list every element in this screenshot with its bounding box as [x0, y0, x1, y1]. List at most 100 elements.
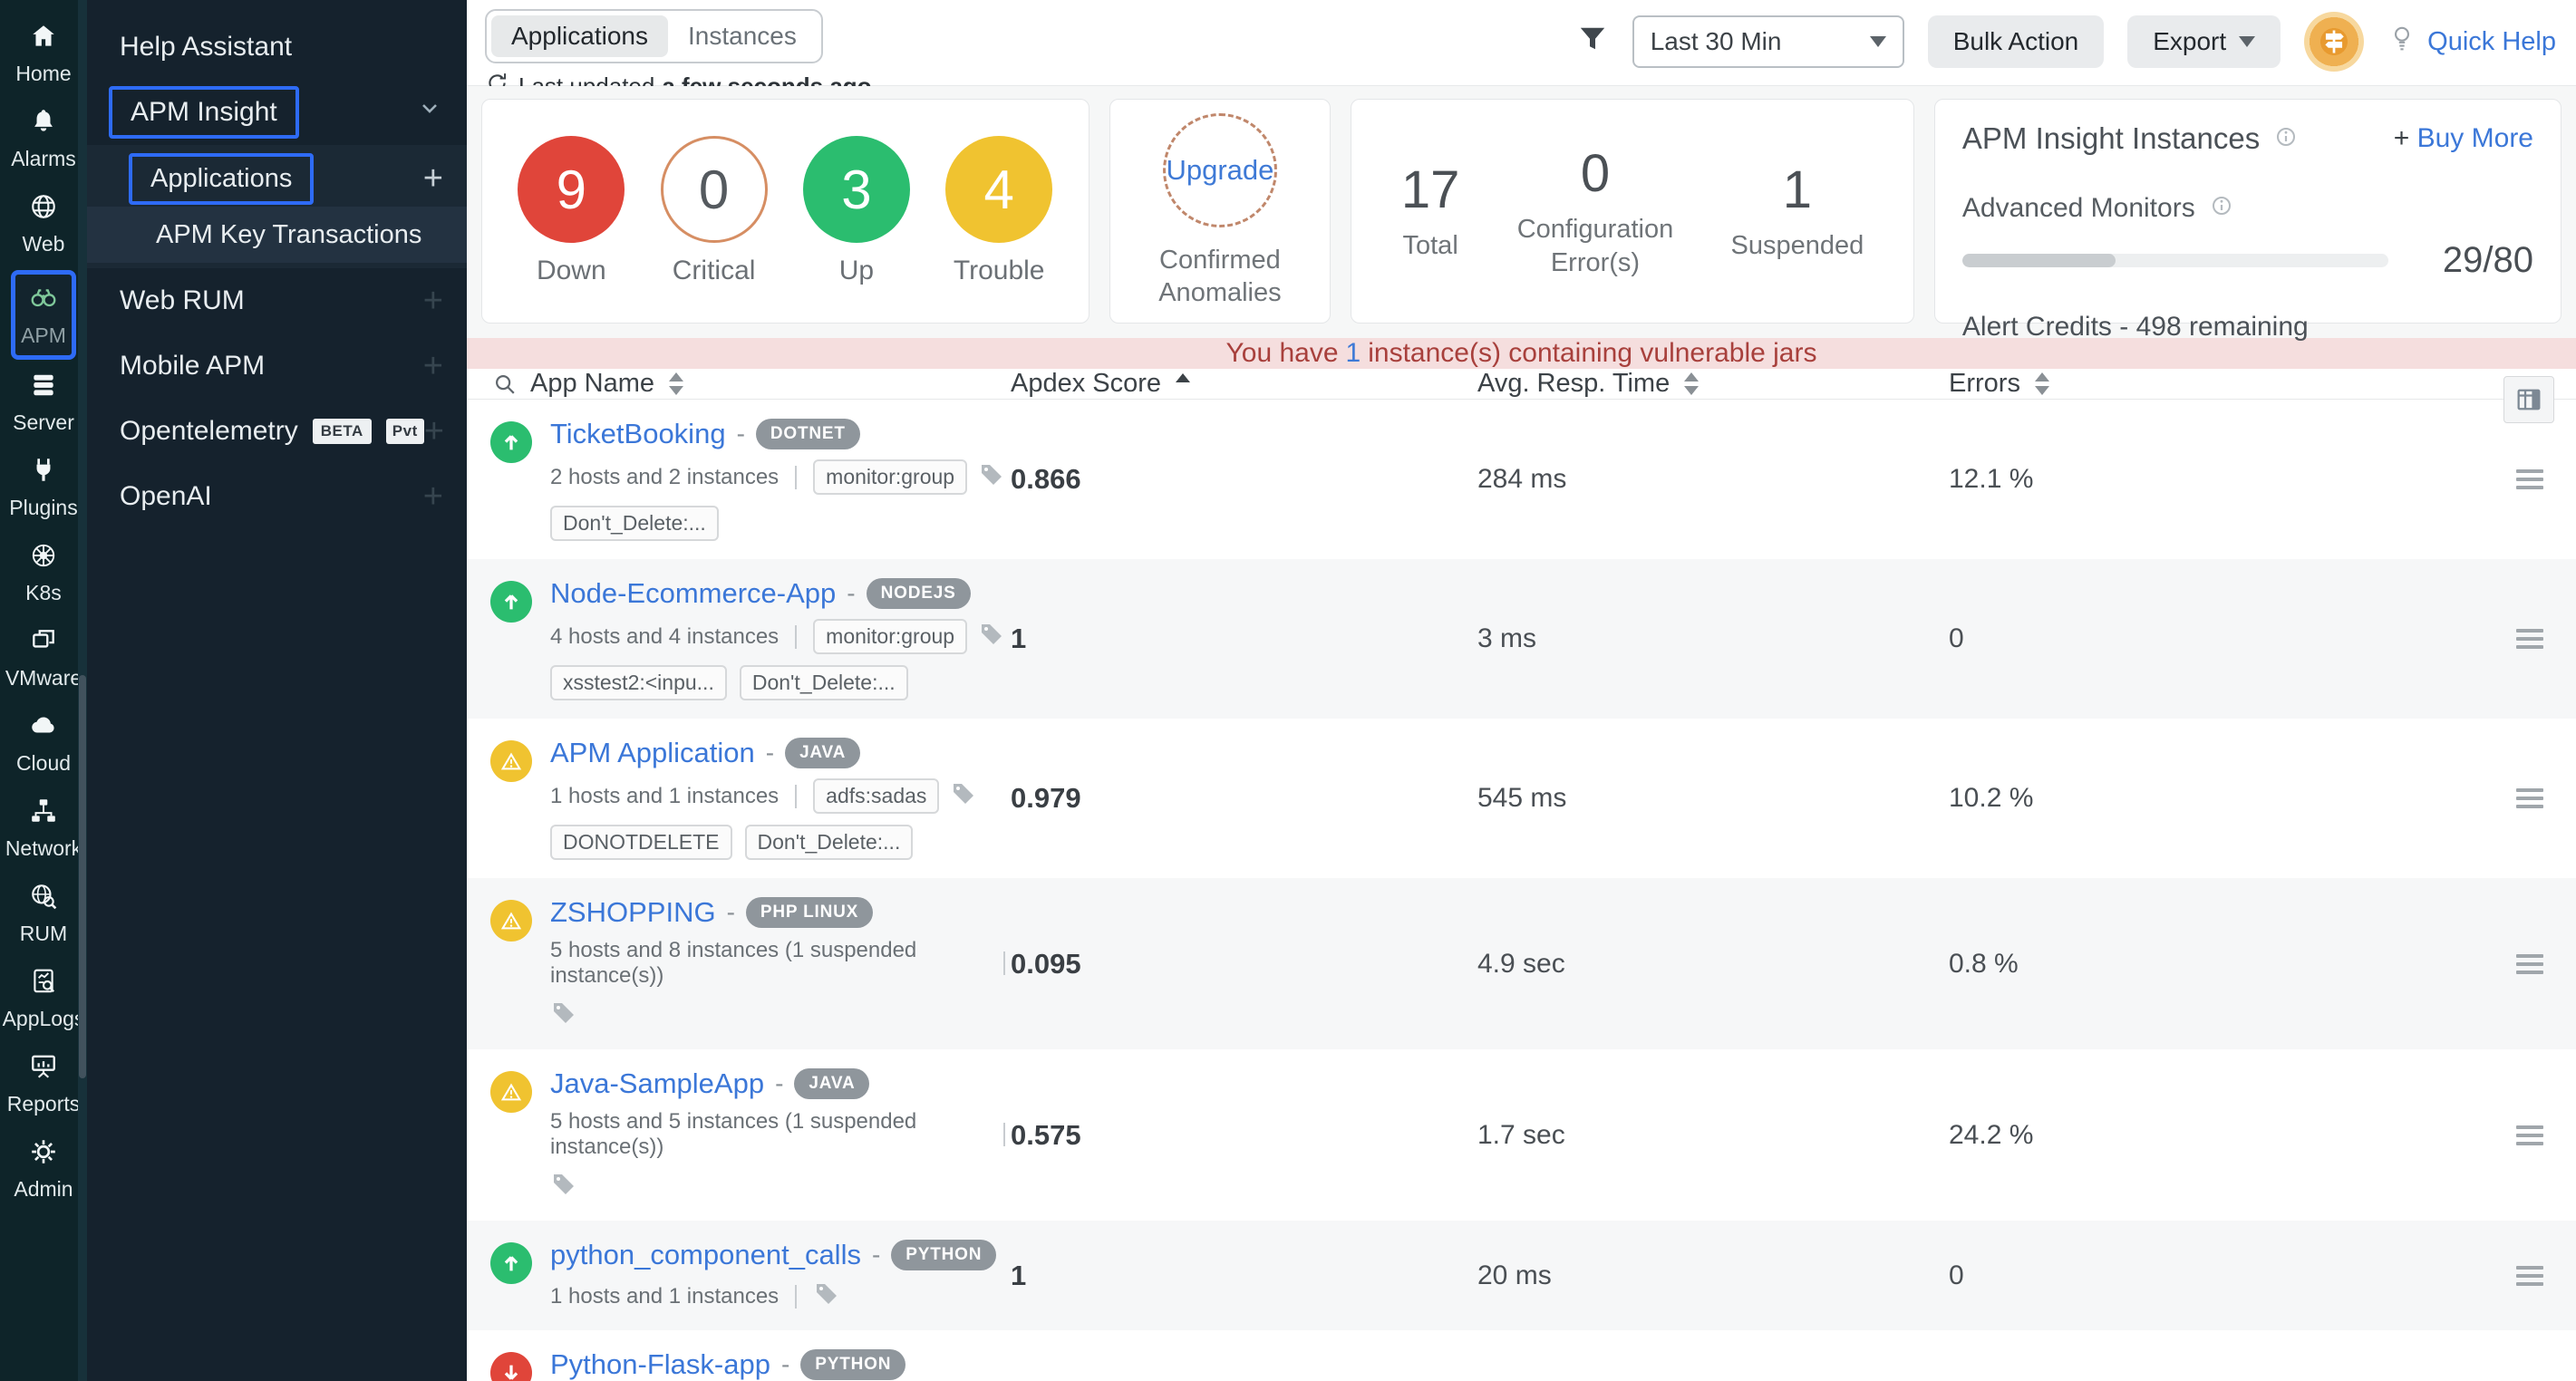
- subnav-item-mobile-apm[interactable]: Mobile APM +: [87, 333, 467, 399]
- plus-icon[interactable]: +: [424, 414, 444, 449]
- tag-icon[interactable]: [978, 621, 1005, 652]
- errors-value: 12.1 %: [1949, 464, 2488, 495]
- rail-item-server[interactable]: Server: [13, 371, 74, 435]
- rail-item-vmware[interactable]: VMware: [5, 626, 82, 690]
- subnav-item-apm-key-transactions[interactable]: APM Key Transactions: [87, 207, 467, 263]
- row-menu-icon[interactable]: [2516, 1266, 2543, 1286]
- upgrade-button[interactable]: Upgrade: [1163, 113, 1277, 227]
- whats-new-signpost-icon[interactable]: [2304, 12, 2364, 72]
- stat-suspended[interactable]: 1 Suspended: [1731, 159, 1864, 262]
- tab-applications[interactable]: Applications: [491, 15, 668, 57]
- table-row[interactable]: ZSHOPPING - PHP LINUX 5 hosts and 8 inst…: [467, 878, 2576, 1049]
- rail-item-reports[interactable]: Reports: [7, 1052, 81, 1116]
- rail-item-plugins[interactable]: Plugins: [9, 456, 77, 520]
- rail-item-rum[interactable]: RUM: [20, 882, 67, 946]
- tag-icon[interactable]: [950, 780, 977, 812]
- info-icon[interactable]: [2272, 123, 2300, 155]
- buy-more-link[interactable]: + Buy More: [2394, 123, 2533, 154]
- app-name-link[interactable]: python_component_calls: [550, 1239, 861, 1271]
- column-apdex-score[interactable]: Apdex Score: [1011, 369, 1477, 399]
- subnav-item-applications-selected[interactable]: Applications +: [87, 150, 467, 207]
- row-menu-icon[interactable]: [2516, 629, 2543, 649]
- rail-scrollbar-thumb[interactable]: [79, 675, 86, 1078]
- tag-icon[interactable]: [550, 1000, 577, 1031]
- app-name-link[interactable]: Python-Flask-app: [550, 1348, 770, 1381]
- rail-item-apm-selected[interactable]: APM: [11, 270, 76, 360]
- column-avg-resp-time[interactable]: Avg. Resp. Time: [1477, 369, 1949, 399]
- table-row[interactable]: APM Application - JAVA 1 hosts and 1 ins…: [467, 719, 2576, 878]
- home-icon: [29, 22, 58, 55]
- row-menu-icon[interactable]: [2516, 954, 2543, 974]
- plus-icon[interactable]: +: [423, 161, 443, 196]
- status-down[interactable]: 9 Down: [518, 136, 625, 286]
- errors-value: 0: [1949, 1260, 2488, 1291]
- up-count-circle[interactable]: 3: [803, 136, 910, 243]
- subnav-item-web-rum[interactable]: Web RUM +: [87, 268, 467, 333]
- rail-item-network[interactable]: Network: [5, 797, 82, 861]
- table-row[interactable]: python_component_calls - PYTHON 1 hosts …: [467, 1221, 2576, 1330]
- app-name-link[interactable]: TicketBooking: [550, 418, 726, 450]
- bulk-action-button[interactable]: Bulk Action: [1928, 15, 2105, 68]
- tag-chip[interactable]: Don't_Delete:...: [745, 825, 914, 860]
- column-errors[interactable]: Errors: [1949, 369, 2488, 399]
- app-name-link[interactable]: Node-Ecommerce-App: [550, 577, 836, 610]
- rail-item-home[interactable]: Home: [15, 22, 71, 86]
- table-row[interactable]: TicketBooking - DOTNET 2 hosts and 2 ins…: [467, 400, 2576, 559]
- tag-chip[interactable]: monitor:group: [813, 619, 967, 654]
- status-critical[interactable]: 0 Critical: [661, 136, 768, 286]
- critical-count-circle[interactable]: 0: [661, 136, 768, 243]
- filter-funnel-icon[interactable]: [1576, 24, 1609, 61]
- tag-chip[interactable]: DONOTDELETE: [550, 825, 732, 860]
- table-row[interactable]: Java-SampleApp - JAVA 5 hosts and 5 inst…: [467, 1049, 2576, 1221]
- subnav-item-apm-insight[interactable]: APM Insight: [87, 80, 467, 145]
- app-name-link[interactable]: ZSHOPPING: [550, 896, 716, 929]
- tag-chip[interactable]: monitor:group: [813, 459, 967, 495]
- status-up[interactable]: 3 Up: [803, 136, 910, 286]
- stat-configuration-errors[interactable]: 0 Configuration Error(s): [1509, 143, 1681, 279]
- row-menu-icon[interactable]: [2516, 1125, 2543, 1145]
- info-icon[interactable]: [2208, 192, 2235, 224]
- tag-chip[interactable]: xsstest2:<inpu...: [550, 665, 727, 700]
- plus-icon[interactable]: +: [423, 284, 443, 318]
- tag-chip[interactable]: Don't_Delete:...: [550, 506, 719, 541]
- table-row[interactable]: Python-Flask-app - PYTHON 2 hosts and 2 …: [467, 1330, 2576, 1381]
- vulnerable-jars-banner[interactable]: You have 1 instance(s) containing vulner…: [467, 338, 2576, 369]
- tag-icon[interactable]: [978, 461, 1005, 493]
- subnav-item-openai[interactable]: OpenAI +: [87, 464, 467, 529]
- time-range-select[interactable]: Last 30 Min: [1632, 15, 1904, 68]
- rail-item-web[interactable]: Web: [23, 192, 65, 256]
- subnav-label: Opentelemetry: [120, 416, 298, 447]
- onboarding-highlight-box: Applications: [129, 153, 314, 205]
- rail-item-applogs[interactable]: AppLogs: [3, 967, 85, 1031]
- app-name-link[interactable]: APM Application: [550, 737, 755, 769]
- rail-item-cloud[interactable]: Cloud: [16, 711, 71, 776]
- hosts-instances-info: 5 hosts and 8 instances (1 suspended ins…: [550, 938, 987, 989]
- chevron-down-icon[interactable]: [416, 95, 443, 130]
- tab-instances[interactable]: Instances: [668, 15, 817, 57]
- down-count-circle[interactable]: 9: [518, 136, 625, 243]
- row-menu-icon[interactable]: [2516, 469, 2543, 489]
- apdex-value: 1: [1011, 1260, 1477, 1292]
- table-row[interactable]: Node-Ecommerce-App - NODEJS 4 hosts and …: [467, 559, 2576, 719]
- app-name-link[interactable]: Java-SampleApp: [550, 1067, 764, 1100]
- status-trouble[interactable]: 4 Trouble: [945, 136, 1052, 286]
- row-menu-icon[interactable]: [2516, 788, 2543, 808]
- rail-item-k8s[interactable]: K8s: [25, 541, 62, 605]
- column-picker-button[interactable]: [2503, 376, 2554, 423]
- trouble-count-circle[interactable]: 4: [945, 136, 1052, 243]
- plus-icon[interactable]: +: [423, 349, 443, 383]
- subnav-item-help-assistant[interactable]: Help Assistant: [87, 14, 467, 80]
- rail-item-alarms[interactable]: Alarms: [11, 107, 76, 171]
- tag-chip[interactable]: adfs:sadas: [813, 778, 939, 814]
- tag-chip[interactable]: Don't_Delete:...: [740, 665, 908, 700]
- quick-help-link[interactable]: Quick Help: [2387, 24, 2556, 60]
- stat-total[interactable]: 17 Total: [1401, 159, 1460, 262]
- apm-insight-submenu: Applications + APM Key Transactions: [87, 145, 467, 268]
- export-button[interactable]: Export: [2127, 15, 2281, 68]
- column-app-name[interactable]: App Name: [467, 369, 1011, 399]
- tag-icon[interactable]: [550, 1171, 577, 1202]
- subnav-item-opentelemetry[interactable]: Opentelemetry BETA Pvt +: [87, 399, 467, 464]
- tag-icon[interactable]: [813, 1280, 840, 1312]
- plus-icon[interactable]: +: [423, 479, 443, 514]
- rail-item-admin[interactable]: Admin: [14, 1137, 73, 1202]
